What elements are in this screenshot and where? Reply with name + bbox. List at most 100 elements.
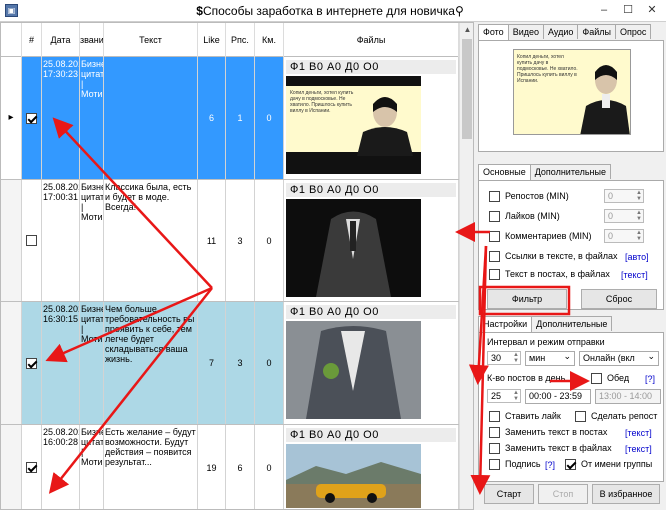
post-image-thumbnail[interactable]: Копил деньги, хотел купить дачу в подмос… — [286, 76, 421, 174]
row-checkbox-cell[interactable] — [22, 57, 42, 179]
filter-reposts[interactable]: Репостов (MIN) — [489, 189, 569, 203]
app-window: ▣ $Способы заработка в интернете для нов… — [0, 0, 666, 510]
likes-spinner[interactable]: 0 ▲ ▼ — [604, 209, 644, 223]
minimize-button[interactable]: – — [592, 2, 616, 18]
spin-arrows-icon[interactable]: ▲ ▼ — [635, 190, 643, 202]
spin-arrows-icon[interactable]: ▲ ▼ — [635, 210, 643, 222]
filter-links[interactable]: Ссылки в тексте, в файлах — [489, 249, 618, 263]
post-image-thumbnail[interactable] — [286, 321, 421, 419]
col-reposts[interactable]: Рпс. — [226, 23, 255, 57]
row-likes: 19 — [198, 425, 226, 509]
links-auto-link[interactable]: [авто] — [625, 252, 649, 262]
spin-arrows-icon[interactable]: ▲ ▼ — [635, 230, 643, 242]
col-num[interactable]: # — [22, 23, 42, 57]
col-text[interactable]: Текст — [104, 23, 198, 57]
posts-grid[interactable]: # Дата звани Текст Like Рпс. Км. Файлы ▸… — [0, 22, 474, 510]
col-indicator — [1, 23, 22, 57]
comments-checkbox[interactable] — [489, 230, 500, 242]
filter-comments[interactable]: Комментариев (MIN) — [489, 229, 591, 243]
table-row[interactable]: 25.08.2015 16:00:28Бизнес цитаты | Мотив… — [1, 425, 459, 509]
filter-button[interactable]: Фильтр — [487, 289, 567, 309]
lunch-help-link[interactable]: [?] — [645, 374, 655, 384]
row-checkbox-cell[interactable] — [22, 302, 42, 424]
tab-basic[interactable]: Основные — [478, 164, 531, 180]
sign-option[interactable]: Подпись — [489, 457, 541, 471]
tab-settings[interactable]: Настройки — [478, 316, 533, 332]
reposts-checkbox[interactable] — [489, 190, 500, 202]
row-indicator — [1, 180, 22, 301]
tab-poll[interactable]: Опрос — [614, 24, 652, 39]
filter-likes[interactable]: Лайков (MIN) — [489, 209, 560, 223]
sign-help-link[interactable]: [?] — [545, 460, 555, 470]
row-reposts: 1 — [226, 57, 255, 179]
row-checkbox[interactable] — [26, 112, 37, 124]
tab-files[interactable]: Файлы — [577, 24, 616, 39]
stop-button[interactable]: Стоп — [538, 484, 588, 504]
replace-posts-option[interactable]: Заменить текст в постах — [489, 425, 607, 439]
tab-settings-additional[interactable]: Дополнительные — [531, 316, 613, 331]
group-option[interactable]: От имени группы — [565, 457, 652, 471]
row-checkbox[interactable] — [26, 462, 37, 473]
repost-option[interactable]: Сделать репост — [575, 409, 657, 423]
like-checkbox[interactable] — [489, 410, 500, 422]
scroll-thumb[interactable] — [462, 39, 472, 139]
mode-select[interactable]: Онлайн (вкл — [579, 351, 659, 366]
text-filter-link[interactable]: [текст] — [621, 270, 648, 280]
links-checkbox[interactable] — [489, 250, 500, 262]
tab-video[interactable]: Видео — [507, 24, 544, 39]
reposts-spinner[interactable]: 0 ▲ ▼ — [604, 189, 644, 203]
post-image-thumbnail[interactable] — [286, 444, 421, 508]
table-row[interactable]: 25.08.2015 17:00:31Бизнес цитаты | Мотив… — [1, 180, 459, 302]
spin-arrows-icon[interactable]: ▲ ▼ — [512, 390, 520, 402]
lunch-checkbox[interactable] — [591, 372, 602, 384]
thumb-caption: Копил деньги, хотел купить дачу в подмос… — [290, 90, 354, 114]
favorites-button[interactable]: В избранное — [592, 484, 660, 504]
row-checkbox-cell[interactable] — [22, 180, 42, 301]
close-button[interactable]: ✕ — [640, 2, 664, 18]
spin-arrows-icon[interactable]: ▲ ▼ — [512, 352, 520, 364]
row-date: 25.08.2015 17:00:31 — [42, 180, 80, 301]
post-image-thumbnail[interactable] — [286, 199, 421, 297]
lunch-option[interactable]: Обед — [591, 371, 629, 385]
row-checkbox-cell[interactable] — [22, 425, 42, 509]
posts-spinner[interactable]: 25 ▲ ▼ — [487, 389, 521, 403]
replace-files-option[interactable]: Заменить текст в файлах — [489, 441, 612, 455]
row-checkbox[interactable] — [26, 235, 37, 246]
row-reposts: 6 — [226, 425, 255, 509]
replace-posts-link[interactable]: [текст] — [625, 428, 652, 438]
sign-checkbox[interactable] — [489, 458, 500, 470]
table-row[interactable]: ▸ 25.08.2015 17:30:23Бизнес цитаты | Моти… — [1, 57, 459, 180]
tab-additional[interactable]: Дополнительные — [529, 164, 611, 179]
filter-text[interactable]: Текст в постах, в файлах — [489, 267, 610, 281]
vertical-scrollbar[interactable]: ▲ — [459, 23, 473, 509]
likes-checkbox[interactable] — [489, 210, 500, 222]
row-checkbox[interactable] — [26, 357, 37, 369]
files-summary: Ф1 В0 А0 Д0 О0 — [286, 60, 456, 74]
lunch-range-field[interactable]: 13:00 - 14:00 — [595, 389, 661, 404]
tab-audio[interactable]: Аудио — [542, 24, 579, 39]
group-checkbox[interactable] — [565, 458, 576, 470]
reset-button[interactable]: Сброс — [581, 289, 657, 309]
repost-checkbox[interactable] — [575, 410, 586, 422]
col-name[interactable]: звани — [80, 23, 104, 57]
start-button[interactable]: Старт — [484, 484, 534, 504]
interval-spinner[interactable]: 30 ▲ ▼ — [487, 351, 521, 365]
replace-files-link[interactable]: [текст] — [625, 444, 652, 454]
col-like[interactable]: Like — [198, 23, 226, 57]
col-comments[interactable]: Км. — [255, 23, 284, 57]
row-comments: 0 — [255, 180, 284, 301]
table-row[interactable]: 25.08.2015 16:30:15Бизнес цитаты | Мотив… — [1, 302, 459, 425]
text-checkbox[interactable] — [489, 268, 500, 280]
scroll-up-icon[interactable]: ▲ — [460, 23, 473, 37]
files-summary: Ф1 В0 А0 Д0 О0 — [286, 428, 456, 442]
comments-spinner[interactable]: 0 ▲ ▼ — [604, 229, 644, 243]
maximize-button[interactable]: ☐ — [616, 2, 640, 18]
col-files[interactable]: Файлы — [284, 23, 459, 57]
replace-posts-checkbox[interactable] — [489, 426, 500, 438]
replace-files-checkbox[interactable] — [489, 442, 500, 454]
like-option[interactable]: Ставить лайк — [489, 409, 561, 423]
time-range-field[interactable]: 00:00 - 23:59 — [525, 389, 591, 404]
col-date[interactable]: Дата — [42, 23, 80, 57]
tab-photo[interactable]: Фото — [478, 24, 509, 40]
unit-select[interactable]: мин — [525, 351, 575, 366]
